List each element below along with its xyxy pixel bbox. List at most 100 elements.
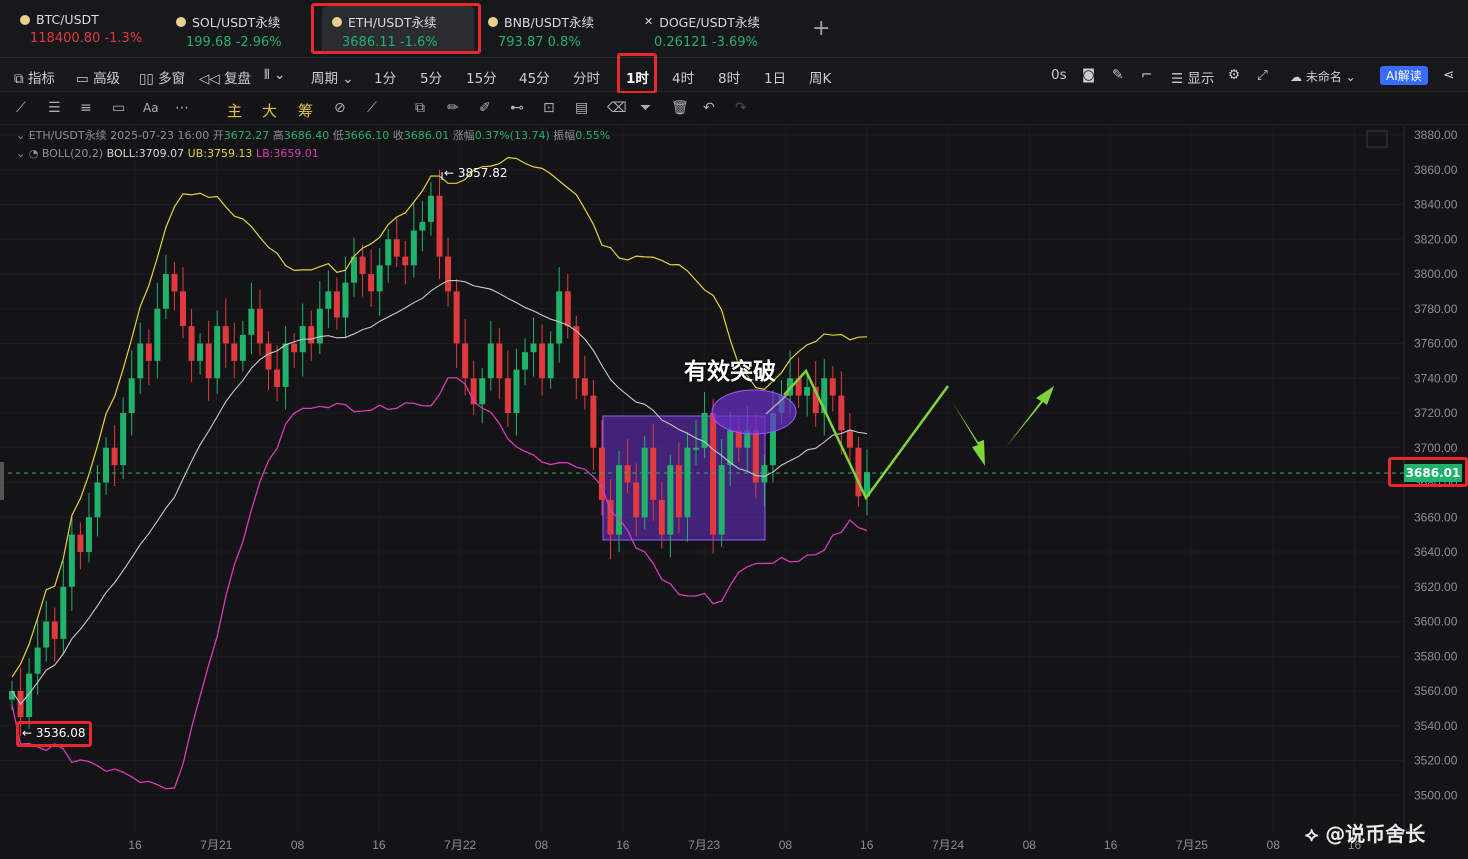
- boll-mid-value: BOLL:3709.07: [106, 147, 185, 160]
- tab-btc[interactable]: BTC/USDT 118400.80 -1.3%: [10, 6, 152, 54]
- indicator-icon: ⧉: [14, 71, 24, 87]
- chart-type-button[interactable]: ⫴ ⌄: [264, 67, 285, 83]
- pen-icon[interactable]: ✏: [447, 100, 459, 116]
- more-tools-icon[interactable]: ⋯: [175, 100, 189, 116]
- candle-body: [624, 465, 631, 483]
- eraser-icon[interactable]: ⌫: [607, 100, 627, 116]
- undo-icon[interactable]: ↶: [703, 100, 715, 116]
- rewind-icon: ◁◁: [199, 71, 220, 87]
- candle-body: [222, 326, 229, 344]
- camera-icon[interactable]: ◙: [1082, 67, 1095, 83]
- price-chart[interactable]: 3880.00 3860.00 3840.00 3820.00 3800.00 3780.…: [0, 126, 1468, 859]
- advanced-button[interactable]: ▭ 高级: [76, 67, 120, 87]
- low-marker: ← 3536.08: [22, 726, 86, 740]
- interval-1w[interactable]: 周K: [809, 67, 831, 87]
- candle-body: [385, 239, 392, 266]
- collapse-icon[interactable]: ⌄: [16, 147, 25, 160]
- low-marker-value: 3536.08: [35, 726, 86, 740]
- boll-label: BOLL(20,2): [41, 147, 104, 160]
- logo-icon: ⟡: [1305, 822, 1319, 846]
- y-tick-label: 3640.00: [1414, 545, 1458, 559]
- sol-icon: [176, 16, 186, 27]
- settings-icon[interactable]: ⚙: [1228, 67, 1240, 83]
- filter-icon[interactable]: ⏷: [640, 100, 651, 116]
- period-label: 周期: [311, 71, 338, 87]
- trash-icon[interactable]: 🗑: [671, 100, 689, 116]
- note-icon[interactable]: ▤: [575, 100, 588, 116]
- candle-body: [641, 447, 648, 518]
- open-label: 开: [212, 129, 224, 142]
- edit-icon[interactable]: ✎: [1112, 67, 1123, 83]
- text-tool[interactable]: Aa: [143, 101, 159, 115]
- multi-window-button[interactable]: ▯▯ 多窗: [139, 67, 185, 87]
- interval-5m[interactable]: 5分: [420, 67, 442, 87]
- magnet-icon[interactable]: ⊘: [334, 100, 346, 116]
- big-toggle[interactable]: 大: [262, 100, 277, 121]
- candle-body: [393, 239, 400, 257]
- period-button[interactable]: 周期 ⌄: [311, 67, 354, 87]
- measure-icon[interactable]: ⟋: [367, 100, 377, 116]
- interval-8h[interactable]: 8时: [718, 67, 740, 87]
- replay-button[interactable]: ◁◁ 复盘: [199, 67, 251, 87]
- tab-name: ETH/USDT永续: [348, 15, 437, 30]
- y-tick-label: 3520.00: [1414, 754, 1458, 768]
- y-tick-label: 3820.00: [1414, 232, 1458, 246]
- display-label: 显示: [1187, 71, 1215, 87]
- watermark-text: @说币舍长: [1325, 822, 1426, 846]
- x-tick-label: 08: [535, 838, 549, 852]
- breakout-annotation: 有效突破: [684, 359, 776, 385]
- lock-icon[interactable]: ⊡: [543, 100, 555, 116]
- chips-toggle[interactable]: 筹: [298, 100, 313, 121]
- indicators-button[interactable]: ⧉ 指标: [14, 67, 55, 87]
- y-tick-label: 3840.00: [1414, 198, 1458, 212]
- interval-45m[interactable]: 45分: [519, 67, 550, 87]
- candle-body: [26, 673, 33, 718]
- interval-4h[interactable]: 4时: [672, 67, 694, 87]
- add-tab-button[interactable]: +: [812, 16, 830, 41]
- multi-label: 多窗: [158, 71, 186, 87]
- window-icon[interactable]: ⌐: [1141, 67, 1152, 83]
- link-icon[interactable]: ⊷: [510, 100, 524, 116]
- tab-doge[interactable]: ✕ DOGE/USDT永续 0.26121 -3.69%: [634, 6, 770, 54]
- tab-eth[interactable]: ETH/USDT永续 3686.11 -1.6%: [322, 6, 474, 54]
- candle-body: [667, 465, 674, 535]
- up-arrow: [1006, 386, 1054, 447]
- interval-1m[interactable]: 1分: [374, 67, 396, 87]
- share-icon[interactable]: ⋖: [1443, 67, 1454, 83]
- chart-toolbar: ⧉ 指标 ▭ 高级 ▯▯ 多窗 ◁◁ 复盘 ⫴ ⌄ 周期 ⌄ 1分 5分 15分…: [0, 59, 1468, 92]
- line-tool-icon[interactable]: ⟋: [16, 100, 26, 116]
- drawing-toolbar: ⟋ ☰ ≡ ▭ Aa ⋯ 主 大 筹 ⊘ ⟋ ⧉ ✏ ✐ ⊷ ⊡ ▤ ⌫ ⏷ 🗑…: [0, 93, 1468, 125]
- redo-icon[interactable]: ↷: [735, 100, 747, 116]
- display-button[interactable]: ☰ 显示: [1171, 67, 1214, 87]
- eye-icon[interactable]: ◔: [29, 147, 39, 160]
- interval-15m[interactable]: 15分: [466, 67, 497, 87]
- fullscreen-icon[interactable]: ⤢: [1257, 67, 1268, 83]
- boll-lb-value: LB:3659.01: [255, 147, 319, 160]
- channel-tool-icon[interactable]: ≡: [80, 100, 92, 116]
- chart-legend: ⌄ ETH/USDT永续 2025-07-23 16:00 开3672.27 高…: [16, 127, 610, 163]
- brush-icon[interactable]: ✐: [479, 100, 491, 116]
- interval-1h[interactable]: 1时: [626, 67, 649, 87]
- candle-body: [573, 326, 580, 379]
- collapse-icon[interactable]: ⌄: [16, 129, 25, 142]
- x-tick-label: 16: [616, 838, 630, 852]
- main-toggle[interactable]: 主: [227, 100, 242, 121]
- interval-1d[interactable]: 1日: [764, 67, 786, 87]
- candle-body: [197, 343, 204, 361]
- tab-bnb[interactable]: BNB/USDT永续 793.87 0.8%: [478, 6, 604, 54]
- candle-body: [214, 326, 221, 379]
- amp-value: 0.55%: [575, 129, 611, 142]
- ai-analysis-button[interactable]: AI解读: [1380, 66, 1428, 85]
- hline-tool-icon[interactable]: ☰: [48, 100, 61, 116]
- x-tick-label: 08: [1023, 838, 1037, 852]
- copy-icon[interactable]: ⧉: [415, 100, 425, 116]
- open-value: 3672.27: [223, 129, 270, 142]
- interval-timeline[interactable]: 分时: [573, 67, 600, 87]
- layout-button[interactable]: ☁ 未命名 ⌄: [1290, 68, 1356, 85]
- x-tick-label: 7月25: [1176, 838, 1208, 852]
- candle-body: [171, 274, 178, 292]
- rectangle-tool-icon[interactable]: ▭: [112, 100, 125, 116]
- tab-name: DOGE/USDT永续: [659, 15, 760, 30]
- x-tick-label: 7月22: [444, 838, 476, 852]
- tab-sol[interactable]: SOL/USDT永续 199.68 -2.96%: [166, 6, 292, 54]
